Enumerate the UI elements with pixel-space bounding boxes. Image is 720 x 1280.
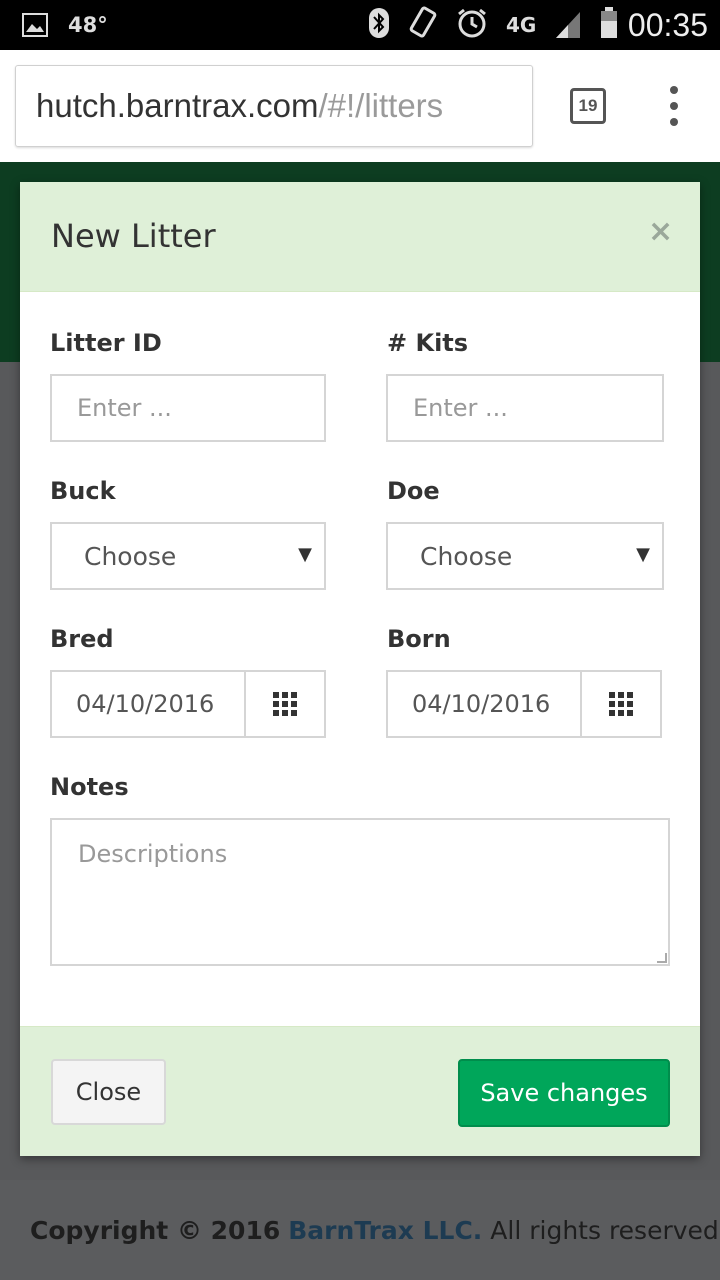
overflow-menu-icon[interactable] [664,86,684,126]
modal-title: New Litter [51,217,216,255]
litter-id-input[interactable]: Enter ... [50,374,326,442]
buck-label: Buck [50,477,116,505]
resize-handle-icon[interactable] [657,953,667,963]
tab-switcher-button[interactable]: 19 [570,88,606,124]
status-bar: 48° 4G 00:35 [0,0,720,50]
address-bar[interactable]: hutch.barntrax.com/#!/litters [15,65,533,147]
born-label: Born [387,625,451,653]
modal-footer: Close Save changes [20,1026,700,1156]
kits-label: # Kits [387,329,469,357]
network-type: 4G [506,13,537,37]
temperature-indicator: 48° [68,13,108,37]
company-link[interactable]: BarnTrax LLC. [288,1216,482,1245]
calendar-grid-icon [609,692,633,716]
copyright-text: Copyright © 2016 [30,1215,281,1245]
clock: 00:35 [627,6,708,43]
born-date-group: 04/10/2016 [386,670,662,738]
modal-body: Litter ID Enter ... # Kits Enter ... Buc… [20,293,700,1026]
doe-select[interactable]: Choose ▼ [386,522,664,590]
dropdown-arrow-icon: ▼ [298,544,312,565]
gallery-icon [22,0,48,50]
buck-select-value: Choose [84,541,177,571]
buck-select[interactable]: Choose ▼ [50,522,326,590]
alarm-icon [456,7,488,43]
close-icon[interactable]: × [648,214,673,249]
close-button[interactable]: Close [51,1059,166,1125]
doe-label: Doe [387,477,440,505]
save-changes-button[interactable]: Save changes [458,1059,670,1127]
rights-text: All rights reserved. [490,1215,720,1245]
notes-placeholder: Descriptions [78,840,228,868]
vibrate-icon [408,6,438,44]
born-calendar-button[interactable] [580,670,662,738]
bred-date-input[interactable]: 04/10/2016 [50,670,244,738]
litter-id-label: Litter ID [50,329,162,357]
battery-icon [600,7,618,43]
doe-select-value: Choose [420,541,513,571]
url-host: hutch.barntrax.com [36,87,319,124]
browser-toolbar: hutch.barntrax.com/#!/litters 19 [0,50,720,162]
page-footer: Copyright © 2016 BarnTrax LLC. All rights… [0,1180,720,1280]
calendar-grid-icon [273,692,297,716]
born-date-input[interactable]: 04/10/2016 [386,670,580,738]
notes-label: Notes [50,773,129,801]
bluetooth-icon [368,7,390,43]
new-litter-modal: New Litter × Litter ID Enter ... # Kits … [20,182,700,1156]
kits-input[interactable]: Enter ... [386,374,664,442]
url-path: /#!/litters [318,87,444,124]
signal-icon [554,8,582,42]
modal-header: New Litter × [20,182,700,292]
bred-calendar-button[interactable] [244,670,326,738]
notes-textarea[interactable]: Descriptions [50,818,670,966]
dropdown-arrow-icon: ▼ [636,544,650,565]
bred-date-group: 04/10/2016 [50,670,326,738]
bred-label: Bred [50,625,114,653]
